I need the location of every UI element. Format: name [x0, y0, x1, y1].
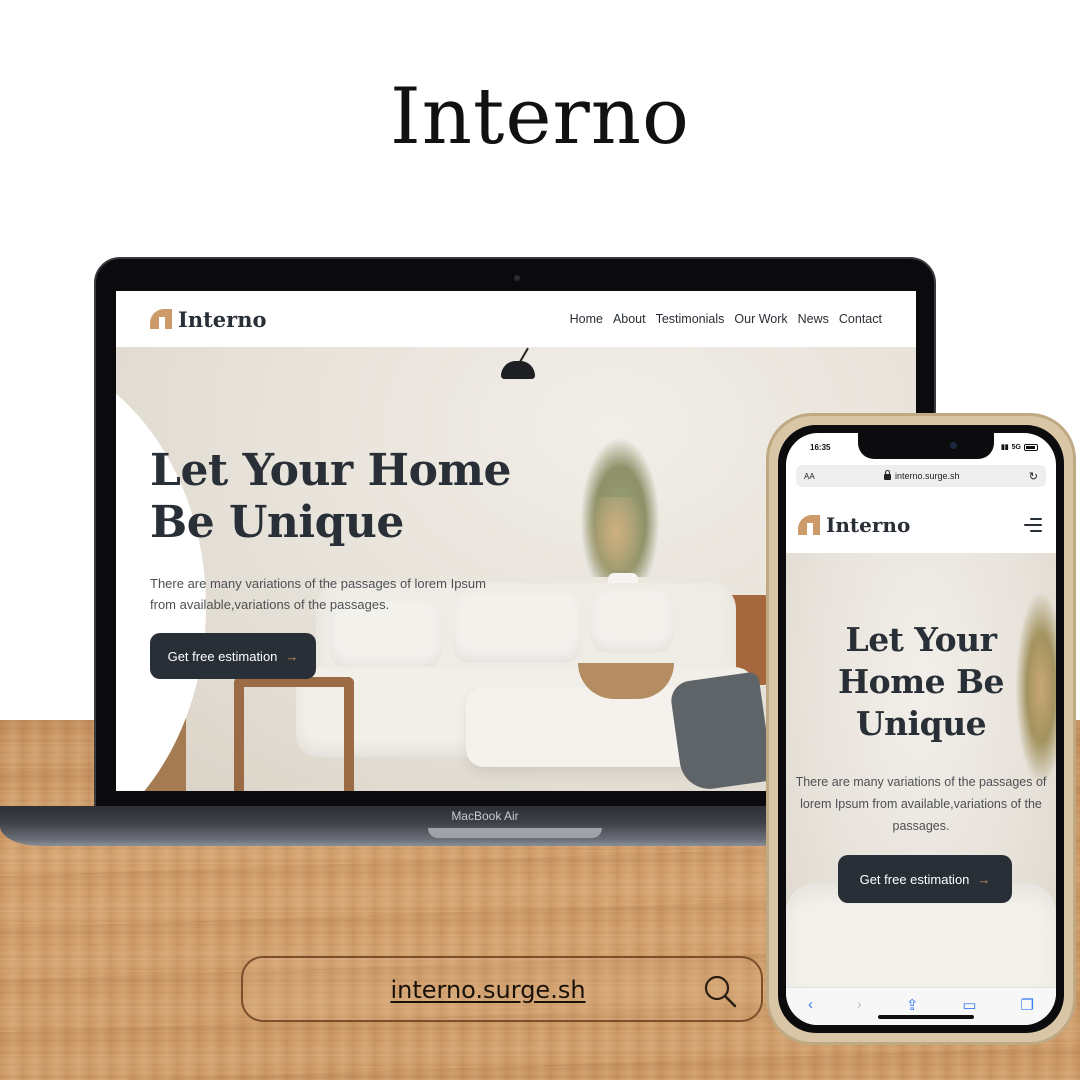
- button-label: Get free estimation: [859, 871, 970, 887]
- safari-toolbar: ‹ › ⇪ ▭ ❐: [786, 987, 1056, 1025]
- laptop-hinge-notch: [428, 828, 602, 838]
- arrow-right-icon: →: [977, 871, 991, 887]
- throw-blanket-image: [668, 671, 774, 791]
- page-title: Interno: [389, 72, 691, 162]
- url-text: interno.surge.sh: [894, 471, 960, 481]
- sofa-cushion: [590, 591, 674, 653]
- nav-link-about[interactable]: About: [613, 312, 646, 326]
- status-time: 16:35: [810, 443, 831, 452]
- phone-screen: 16:35 ▮▮ 5G AA interno.surge.sh ↻ Intern…: [786, 433, 1056, 1025]
- button-label: Get free estimation: [167, 648, 278, 664]
- mobile-hero-section: Let Your Home Be Unique There are many v…: [786, 553, 1056, 987]
- site-logo[interactable]: Interno: [150, 307, 267, 332]
- nav-link-testimonials[interactable]: Testimonials: [656, 312, 725, 326]
- lock-icon: [883, 470, 891, 480]
- browser-url-bar[interactable]: AA interno.surge.sh ↻: [796, 465, 1046, 487]
- share-icon[interactable]: ⇪: [906, 996, 919, 1014]
- site-navbar: Interno Home About Testimonials Our Work…: [116, 291, 916, 347]
- nav-link-home[interactable]: Home: [570, 312, 603, 326]
- forward-icon[interactable]: ›: [857, 996, 862, 1013]
- mobile-get-free-estimation-button[interactable]: Get free estimation →: [838, 855, 1012, 903]
- network-label: 5G: [1011, 443, 1021, 451]
- phone-bezel: 16:35 ▮▮ 5G AA interno.surge.sh ↻ Intern…: [778, 425, 1064, 1033]
- bookmarks-icon[interactable]: ▭: [962, 996, 976, 1014]
- url-display[interactable]: interno.surge.sh: [883, 470, 960, 481]
- home-indicator: [878, 1015, 974, 1019]
- site-logo-text: Interno: [178, 306, 267, 332]
- phone-notch: [858, 433, 994, 459]
- hero-description: There are many variations of the passage…: [150, 576, 486, 612]
- nav-link-contact[interactable]: Contact: [839, 312, 882, 326]
- interno-arch-logo-icon: [798, 515, 820, 535]
- hamburger-menu-icon[interactable]: [1024, 518, 1042, 532]
- arrow-right-icon: →: [285, 648, 299, 664]
- mobile-logo-text: Interno: [826, 513, 911, 537]
- nav-links: Home About Testimonials Our Work News Co…: [570, 312, 882, 326]
- hero-curve-decoration: [116, 347, 206, 791]
- mobile-site-logo[interactable]: Interno: [798, 513, 910, 537]
- nav-link-news[interactable]: News: [798, 312, 829, 326]
- wall-lamp-image: [501, 347, 537, 387]
- back-icon[interactable]: ‹: [808, 996, 813, 1013]
- mobile-navbar: Interno: [786, 497, 1056, 553]
- laptop-camera-icon: [514, 275, 520, 281]
- phone-mockup: 16:35 ▮▮ 5G AA interno.surge.sh ↻ Intern…: [766, 413, 1076, 1045]
- text-size-button[interactable]: AA: [804, 472, 815, 481]
- wooden-chair-image: [234, 677, 354, 791]
- battery-icon: [1024, 443, 1038, 451]
- tabs-icon[interactable]: ❐: [1021, 996, 1034, 1014]
- search-icon[interactable]: [701, 972, 739, 1010]
- url-search-text[interactable]: interno.surge.sh: [243, 976, 733, 1004]
- nav-link-our-work[interactable]: Our Work: [734, 312, 787, 326]
- url-search-pill[interactable]: interno.surge.sh: [241, 956, 763, 1022]
- mobile-hero-heading: Let Your Home Be Unique: [838, 620, 1004, 743]
- signal-icon: ▮▮: [1000, 444, 1009, 451]
- mobile-hero-description: There are many variations of the passage…: [795, 775, 1047, 833]
- reload-icon[interactable]: ↻: [1029, 470, 1038, 483]
- status-indicators: ▮▮ 5G: [1001, 443, 1038, 451]
- hero-heading: Let Your Home Be Unique: [150, 445, 511, 548]
- interno-arch-logo-icon: [150, 309, 172, 329]
- get-free-estimation-button[interactable]: Get free estimation →: [150, 633, 316, 679]
